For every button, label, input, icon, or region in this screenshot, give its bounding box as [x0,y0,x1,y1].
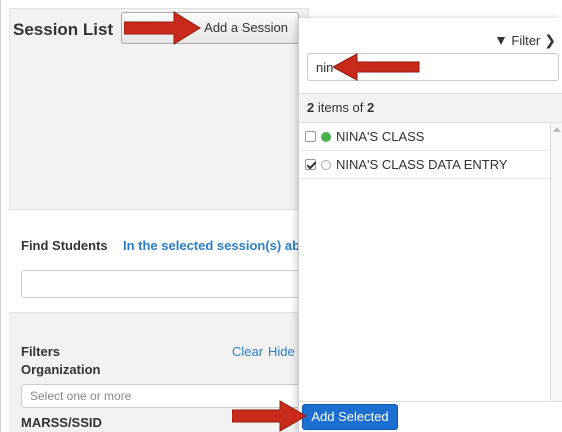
find-students-row: Find Students In the selected session(s)… [9,230,309,260]
session-list-title: Session List [13,20,114,39]
list-item[interactable]: NINA'S CLASS [299,123,551,151]
chevron-right-icon: ❯ [544,32,556,48]
scroll-up-icon[interactable] [553,127,561,132]
arrow-right-icon [232,400,308,432]
filter-icon [497,36,506,45]
items-count-bar: 2 items of 2 [299,93,562,123]
add-selected-button[interactable]: Add Selected [302,404,398,430]
list-item-label: NINA'S CLASS [336,129,425,144]
organization-label: Organization [21,362,101,377]
find-students-description: In the selected session(s) ab [123,238,301,253]
items-total: 2 [366,100,375,115]
filters-hide-link[interactable]: Hide [268,344,295,359]
arrow-right-icon [124,11,201,45]
session-result-list: NINA'S CLASS NINA'S CLASS DATA ENTRY [299,123,551,393]
filter-toggle[interactable]: Filter ❯ [497,32,556,49]
items-count: 2 [307,100,315,115]
session-page: Session List Add a Session Find Students… [0,0,320,432]
items-of-text: items of [317,100,367,115]
list-item-label: NINA'S CLASS DATA ENTRY [336,157,508,172]
status-dot-icon [321,131,331,142]
find-students-label: Find Students [21,238,108,253]
filter-toggle-label: Filter [511,33,541,48]
marss-ssid-label: MARSS/SSID [21,415,102,430]
list-item[interactable]: NINA'S CLASS DATA ENTRY [299,151,551,179]
filters-clear-link[interactable]: Clear [232,344,263,359]
list-scrollbar[interactable] [550,123,562,413]
filters-label: Filters [21,344,61,359]
find-students-input[interactable] [21,270,311,298]
arrow-left-icon [333,53,420,81]
checkbox-icon[interactable] [305,131,316,142]
status-dot-icon [321,159,331,170]
checkbox-checked-icon[interactable] [305,159,316,170]
